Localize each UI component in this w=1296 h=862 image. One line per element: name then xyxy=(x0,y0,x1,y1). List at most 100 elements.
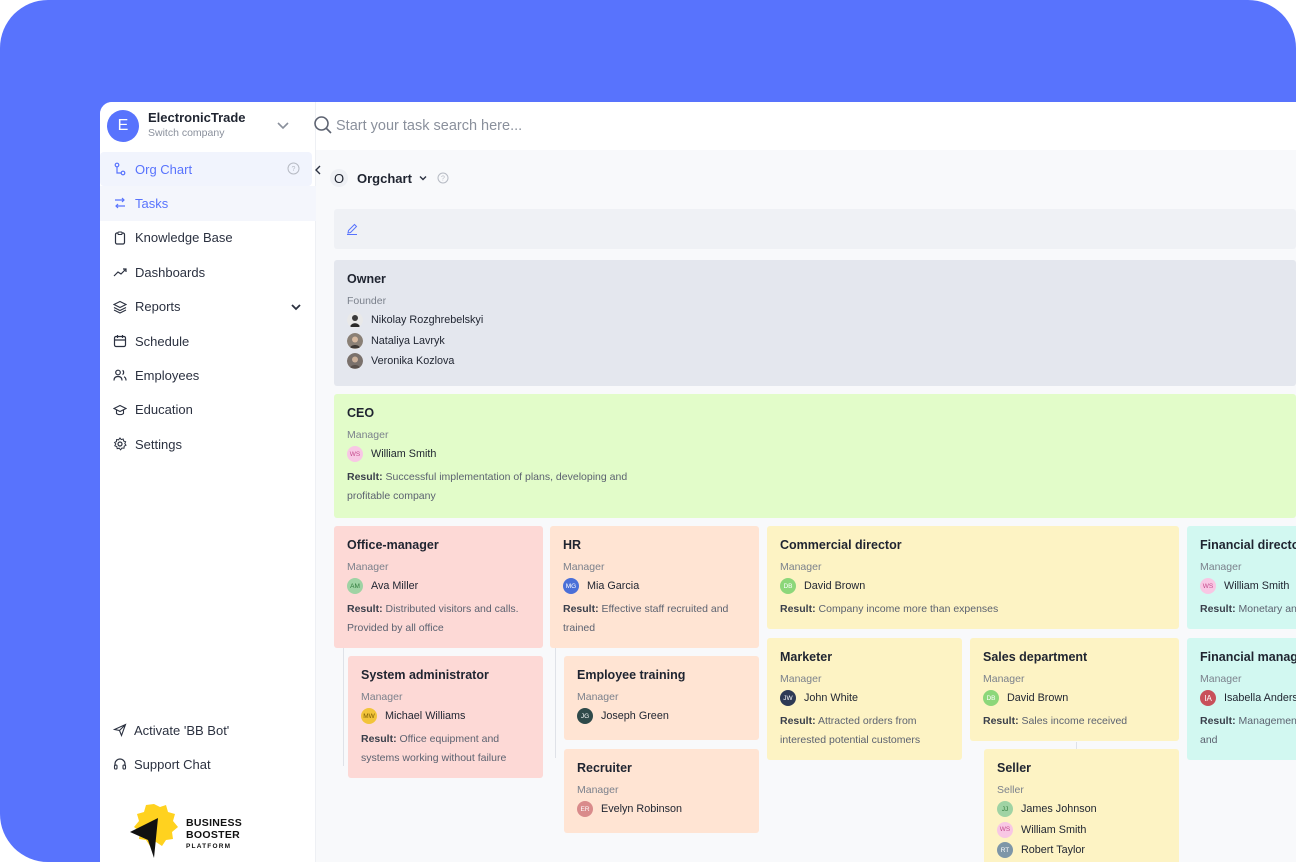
sidebar-item-education[interactable]: Education xyxy=(100,393,316,427)
layers-icon xyxy=(113,300,127,314)
result-text: Successful implementation of plans, deve… xyxy=(347,470,628,502)
person-name: Michael Williams xyxy=(385,710,466,723)
connector-line xyxy=(555,648,556,758)
org-card-owner[interactable]: Owner Founder Nikolay Rozghrebelskyi Nat… xyxy=(334,260,1296,386)
card-role: Manager xyxy=(577,784,619,796)
sidebar-item-reports[interactable]: Reports xyxy=(100,290,316,324)
org-card-financial-manager[interactable]: Financial manager Manager IA Isabella An… xyxy=(1187,638,1296,760)
person-list: DB David Brown xyxy=(780,576,1166,597)
card-result: Result: Sales income received xyxy=(983,712,1166,731)
sidebar-item-schedule[interactable]: Schedule xyxy=(100,324,316,358)
person-name: Veronika Kozlova xyxy=(371,355,455,368)
person-row[interactable]: ER Evelyn Robinson xyxy=(577,799,746,820)
org-card-sales-department[interactable]: Sales department Manager DB David Brown … xyxy=(970,638,1179,741)
sidebar-item-label: Dashboards xyxy=(135,264,206,280)
org-card-ceo[interactable]: CEO Manager WS William Smith Result: Suc… xyxy=(334,394,1296,518)
collapse-sidebar-icon[interactable] xyxy=(312,162,324,178)
help-icon[interactable]: ? xyxy=(287,162,300,175)
logo-line-3: PLATFORM xyxy=(186,843,232,850)
person-list: JG Joseph Green xyxy=(577,706,746,727)
company-switcher[interactable]: E ElectronicTrade Switch company xyxy=(100,102,316,150)
person-row[interactable]: JJ James Johnson xyxy=(997,799,1166,820)
sidebar-item-tasks[interactable]: Tasks xyxy=(100,186,316,221)
avatar xyxy=(347,312,363,329)
sidebar-item-org-chart[interactable]: Org Chart ? xyxy=(100,152,312,187)
task-search-input[interactable] xyxy=(336,115,836,137)
person-row[interactable]: JG Joseph Green xyxy=(577,706,746,727)
card-result: Result: Attracted orders from interested… xyxy=(780,712,949,750)
person-row[interactable]: JW John White xyxy=(780,688,949,709)
person-list: AM Ava Miller xyxy=(347,576,530,597)
person-list: WS William Smith xyxy=(347,444,1283,465)
company-name: ElectronicTrade xyxy=(148,110,246,125)
org-card-seller[interactable]: Seller Seller JJ James Johnson WS Willia… xyxy=(984,749,1179,862)
avatar: WS xyxy=(997,821,1013,838)
card-title: Owner xyxy=(347,272,386,286)
avatar: WS xyxy=(347,446,363,463)
person-name: William Smith xyxy=(1021,823,1087,836)
sidebar: E ElectronicTrade Switch company Org Cha… xyxy=(100,102,316,862)
person-row[interactable]: RT Robert Taylor xyxy=(997,840,1166,861)
org-card-financial-director[interactable]: Financial director Manager WS William Sm… xyxy=(1187,526,1296,629)
person-row[interactable]: DB David Brown xyxy=(983,688,1166,709)
person-row[interactable]: IA Isabella Anderson xyxy=(1200,688,1296,709)
activate-bot-button[interactable]: Activate 'BB Bot' xyxy=(100,713,316,747)
calendar-icon xyxy=(113,334,127,348)
avatar: IA xyxy=(1200,690,1216,707)
chevron-down-icon[interactable] xyxy=(290,301,302,313)
page-badge: O xyxy=(330,169,348,187)
org-card-office-manager[interactable]: Office-manager Manager AM Ava Miller Res… xyxy=(334,526,543,648)
card-result: Result: Company income more than expense… xyxy=(780,600,1166,619)
sidebar-item-employees[interactable]: Employees xyxy=(100,358,316,392)
person-row[interactable]: WS William Smith xyxy=(1200,576,1296,597)
chevron-down-icon[interactable] xyxy=(418,173,428,183)
person-row[interactable]: AM Ava Miller xyxy=(347,576,530,597)
org-card-recruiter[interactable]: Recruiter Manager ER Evelyn Robinson xyxy=(564,749,759,833)
person-list: MW Michael Williams xyxy=(361,706,530,727)
avatar: JG xyxy=(577,708,593,725)
org-card-system-administrator[interactable]: System administrator Manager MW Michael … xyxy=(348,656,543,778)
person-list: ER Evelyn Robinson xyxy=(577,799,746,820)
result-label: Result: xyxy=(1200,602,1236,615)
sidebar-item-label: Org Chart xyxy=(135,161,193,177)
person-row[interactable]: Nataliya Lavryk xyxy=(347,331,1283,352)
org-card-marketer[interactable]: Marketer Manager JW John White Result: A… xyxy=(767,638,962,760)
avatar: JJ xyxy=(997,801,1013,818)
sidebar-item-dashboards[interactable]: Dashboards xyxy=(100,255,316,289)
person-row[interactable]: MW Michael Williams xyxy=(361,706,530,727)
person-row[interactable]: WS William Smith xyxy=(347,444,1283,465)
sidebar-item-knowledge-base[interactable]: Knowledge Base xyxy=(100,221,316,255)
person-row[interactable]: Nikolay Rozghrebelskyi xyxy=(347,310,1283,331)
page-title[interactable]: Orgchart xyxy=(357,171,412,186)
card-role: Manager xyxy=(361,691,403,703)
person-name: Robert Taylor xyxy=(1021,844,1086,857)
chevron-down-icon[interactable] xyxy=(276,118,290,132)
person-name: Mia Garcia xyxy=(587,580,640,593)
card-title: Commercial director xyxy=(780,538,902,552)
card-role: Manager xyxy=(1200,561,1242,573)
page-header: O Orgchart ? xyxy=(330,168,449,188)
card-result: Result: Management prepared correctly an… xyxy=(1200,712,1296,750)
person-row[interactable]: Veronika Kozlova xyxy=(347,351,1283,372)
help-icon[interactable]: ? xyxy=(437,172,449,184)
person-row[interactable]: DB David Brown xyxy=(780,576,1166,597)
sidebar-item-settings[interactable]: Settings xyxy=(100,427,316,461)
pencil-icon[interactable] xyxy=(346,223,358,235)
support-chat-button[interactable]: Support Chat xyxy=(100,747,316,781)
org-card-employee-training[interactable]: Employee training Manager JG Joseph Gree… xyxy=(564,656,759,740)
avatar: MW xyxy=(361,708,377,725)
card-title: Seller xyxy=(997,761,1032,775)
person-list: Nikolay Rozghrebelskyi Nataliya Lavryk V… xyxy=(347,310,1283,372)
card-result: Result: Successful implementation of pla… xyxy=(347,468,667,506)
avatar: AM xyxy=(347,578,363,595)
card-role: Manager xyxy=(780,673,822,685)
sidebar-item-label: Employees xyxy=(135,368,200,384)
org-card-hr[interactable]: HR Manager MG Mia Garcia Result: Effecti… xyxy=(550,526,759,648)
person-row[interactable]: MG Mia Garcia xyxy=(563,576,746,597)
person-row[interactable]: WS William Smith xyxy=(997,820,1166,841)
person-name: David Brown xyxy=(804,580,866,593)
avatar: DB xyxy=(983,690,999,707)
org-card-commercial-director[interactable]: Commercial director Manager DB David Bro… xyxy=(767,526,1179,629)
result-label: Result: xyxy=(347,602,383,615)
person-list: IA Isabella Anderson xyxy=(1200,688,1296,709)
